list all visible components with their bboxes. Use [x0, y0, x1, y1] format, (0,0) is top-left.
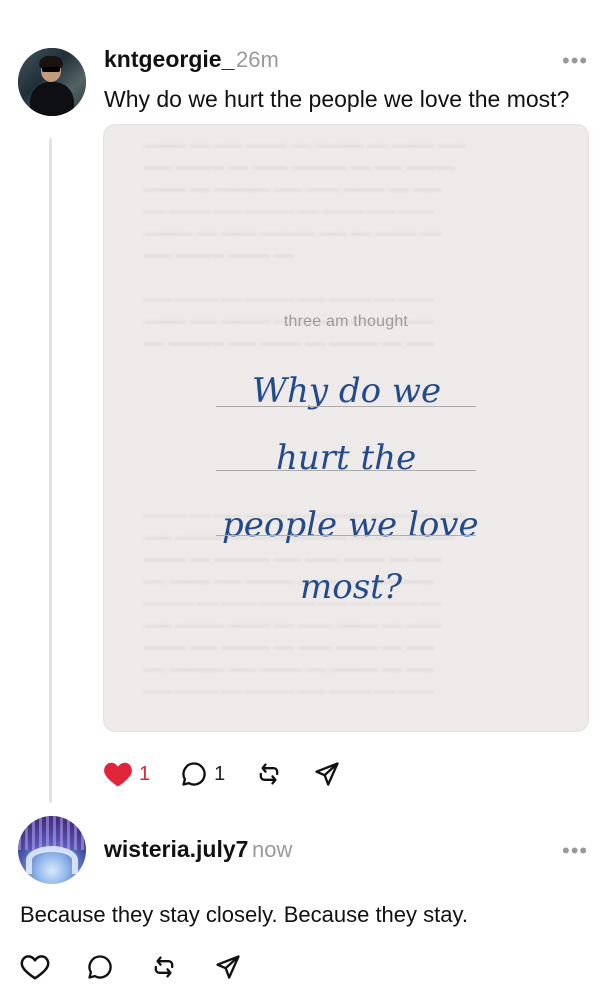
heart-icon — [20, 953, 50, 981]
handwriting-line: most? — [300, 567, 403, 607]
more-options-button[interactable]: ••• — [562, 838, 588, 864]
post-actions: 1 1 — [103, 760, 371, 788]
avatar[interactable] — [18, 48, 86, 116]
comment-icon — [86, 953, 114, 981]
post-image[interactable]: ~~~~~~ ~~~ ~~~~ ~~~~~~ ~~~ ~~~~~~~ ~~~ ~… — [103, 124, 589, 732]
share-icon — [313, 760, 341, 788]
avatar[interactable] — [18, 816, 86, 884]
writing-rule — [216, 535, 476, 536]
avatar-figure-body — [30, 82, 74, 116]
like-button[interactable]: 1 — [103, 760, 150, 788]
post-text: Why do we hurt the people we love the mo… — [104, 86, 570, 112]
reply-time: now — [252, 837, 293, 862]
avatar-figure-glasses — [42, 67, 60, 72]
repost-icon — [255, 760, 283, 788]
share-icon — [214, 953, 242, 981]
more-options-button[interactable]: ••• — [562, 48, 588, 74]
avatar-wisteria — [18, 816, 86, 850]
handwriting-line: people we love — [222, 505, 479, 545]
avatar-tunnel-glow — [26, 846, 78, 874]
share-button[interactable] — [214, 953, 242, 981]
comment-count: 1 — [214, 762, 226, 785]
post-username[interactable]: kntgeorgie_ — [104, 46, 234, 73]
writing-rule — [216, 470, 476, 471]
handwriting-line: Why do we — [252, 371, 442, 411]
share-button[interactable] — [313, 760, 341, 788]
thread-line — [49, 138, 52, 803]
repost-button[interactable] — [255, 760, 283, 788]
repost-icon — [150, 953, 178, 981]
like-count: 1 — [139, 762, 151, 785]
comment-icon — [180, 760, 208, 788]
repost-button[interactable] — [150, 953, 178, 981]
image-caption: three am thought — [283, 313, 409, 330]
writing-rule — [216, 406, 476, 407]
comment-button[interactable]: 1 — [180, 760, 225, 788]
comment-button[interactable] — [86, 953, 114, 981]
handwriting-line: hurt the — [276, 438, 417, 478]
post-time: 26m — [236, 47, 279, 72]
like-button[interactable] — [20, 953, 50, 981]
heart-icon — [103, 760, 133, 788]
reply-text: Because they stay closely. Because they … — [20, 902, 468, 927]
reply-actions — [20, 953, 272, 981]
reply-username[interactable]: wisteria.july7 — [104, 836, 248, 863]
